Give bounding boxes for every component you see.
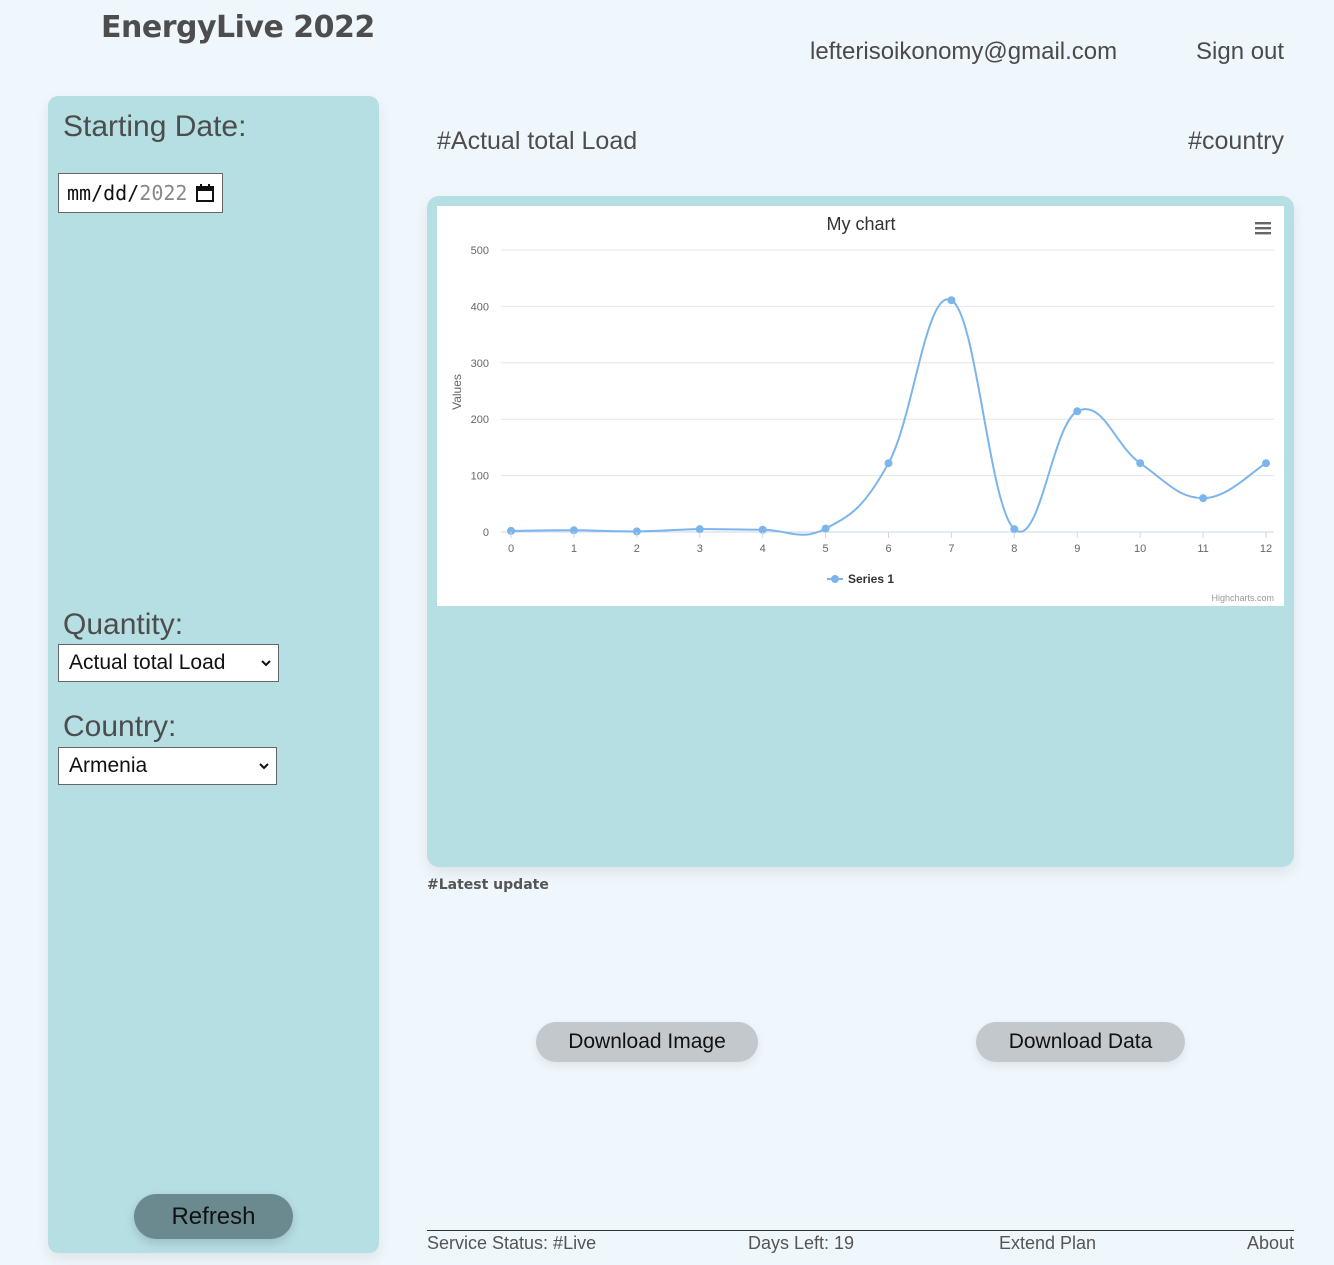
chart-legend[interactable]: Series 1 (827, 572, 894, 586)
data-point[interactable] (1010, 525, 1019, 534)
chart-credits[interactable]: Highcharts.com (1211, 593, 1274, 603)
date-month: mm (67, 181, 92, 205)
quantity-select[interactable]: Actual total Load (58, 644, 279, 682)
data-point[interactable] (1262, 459, 1270, 468)
y-tick-label: 300 (471, 358, 489, 370)
service-status: Service Status: #Live (427, 1233, 597, 1253)
y-tick-label: 400 (471, 301, 489, 313)
legend-series-label: Series 1 (848, 572, 894, 586)
country-heading: #country (1188, 127, 1284, 155)
chart-card: My chart Values 0 100 200 300 400 500 0123456… (437, 206, 1284, 606)
date-sep-2: / (127, 181, 140, 205)
legend-marker (831, 575, 839, 583)
chart-panel: My chart Values 0 100 200 300 400 500 0123456… (427, 196, 1294, 867)
chart-title: My chart (826, 214, 895, 234)
data-point[interactable] (884, 459, 893, 468)
sign-out-link[interactable]: Sign out (1196, 38, 1284, 66)
series-1-line (510, 298, 1267, 536)
refresh-button[interactable]: Refresh (134, 1194, 293, 1239)
data-point[interactable] (695, 525, 704, 534)
x-tick-label: 9 (1074, 543, 1080, 555)
date-year: 2022 (139, 181, 188, 205)
days-left: Days Left: 19 (748, 1233, 855, 1253)
y-axis-label: Values (450, 374, 464, 410)
x-tick-label: 5 (823, 543, 829, 555)
quantity-label: Quantity: (63, 608, 184, 641)
x-tick-label: 4 (760, 543, 766, 555)
y-tick-label: 200 (471, 414, 489, 426)
footer-divider (427, 1230, 1294, 1231)
x-tick-label: 8 (1011, 543, 1017, 555)
chart-menu-icon[interactable] (1255, 222, 1271, 235)
x-tick-label: 12 (1260, 543, 1272, 555)
chevron-down-icon (261, 660, 271, 667)
x-tick-label: 10 (1134, 543, 1146, 555)
x-tick-label: 2 (634, 543, 640, 555)
latest-update-text: #Latest update (427, 877, 549, 893)
quantity-heading: #Actual total Load (437, 127, 638, 155)
y-tick-label: 500 (471, 245, 489, 257)
sidebar: Starting Date: mm / dd/2022 Quantity: Actu… (48, 96, 379, 1253)
country-label: Country: (63, 710, 177, 743)
y-tick-label: 0 (483, 527, 489, 539)
country-select[interactable]: Armenia (58, 747, 277, 785)
quantity-selected-value: Actual total Load (69, 651, 226, 674)
data-point[interactable] (1136, 459, 1145, 468)
x-tick-label: 6 (885, 543, 891, 555)
x-tick-label: 7 (948, 543, 954, 555)
data-point[interactable] (1199, 494, 1208, 503)
chevron-down-icon (259, 763, 269, 770)
country-selected-value: Armenia (69, 754, 148, 777)
date-day: dd (103, 181, 128, 205)
x-tick-label: 3 (697, 543, 703, 555)
user-email: lefterisoikonomy@gmail.com (810, 38, 1118, 65)
data-point[interactable] (1073, 407, 1082, 416)
date-sep-1: / (91, 181, 104, 205)
x-tick-label: 1 (571, 543, 577, 555)
y-tick-label: 100 (471, 471, 489, 483)
download-image-button[interactable]: Download Image (536, 1022, 758, 1062)
download-data-button[interactable]: Download Data (976, 1022, 1185, 1062)
x-tick-label: 11 (1197, 543, 1208, 555)
calendar-icon[interactable] (196, 184, 214, 202)
x-tick-label: 0 (508, 543, 514, 555)
line-chart: My chart Values 0100200300400500 0123456… (450, 214, 1274, 603)
extend-plan-link[interactable]: Extend Plan (999, 1233, 1096, 1254)
app-title: EnergyLive 2022 (101, 10, 375, 45)
starting-date-label: Starting Date: (63, 110, 247, 143)
data-point[interactable] (947, 296, 956, 305)
about-link[interactable]: About (1247, 1233, 1294, 1254)
data-point[interactable] (821, 524, 830, 533)
starting-date-input[interactable]: mm / dd/2022 (58, 173, 223, 213)
